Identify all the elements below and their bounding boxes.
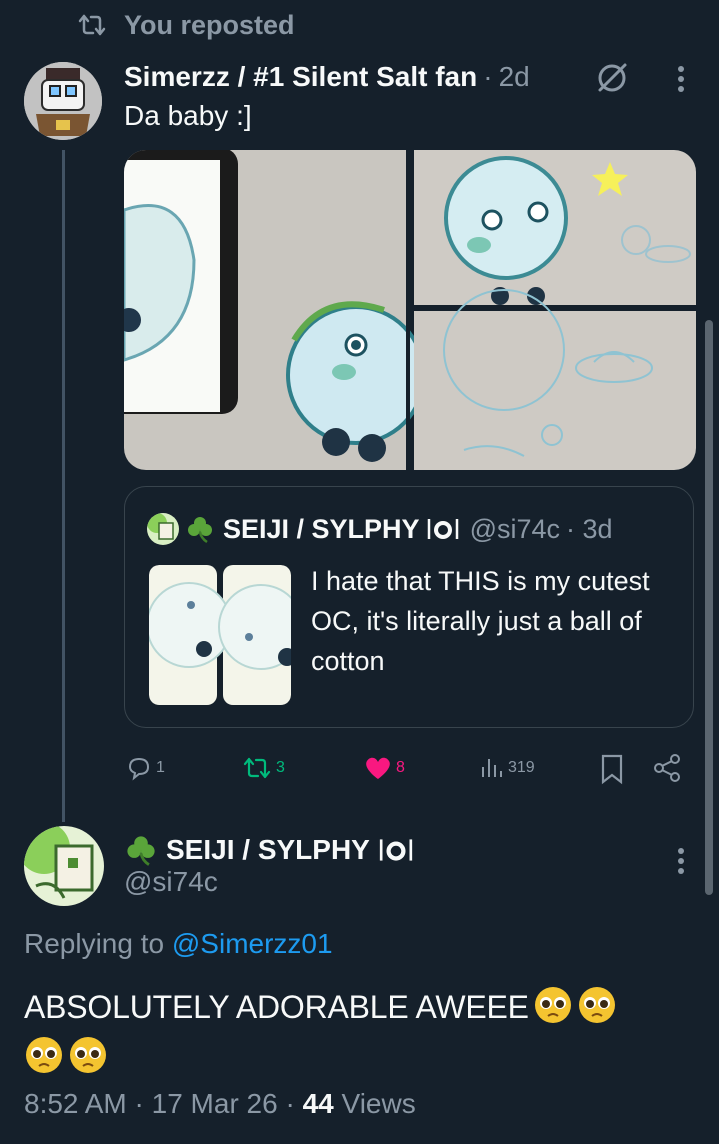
post-action-bar: 1 3 8 319 xyxy=(124,748,694,788)
media-image-1 xyxy=(124,150,426,470)
grok-icon[interactable] xyxy=(594,60,630,96)
repost-banner-text: You reposted xyxy=(124,9,295,40)
quoted-post[interactable]: SEIJI / SYLPHY @si74c · 3d I hate that T… xyxy=(124,486,694,728)
plate-icon xyxy=(427,519,458,539)
reply-views-label: Views xyxy=(341,1088,416,1119)
reply-icon xyxy=(128,757,150,781)
reply-views-count: 44 xyxy=(302,1088,334,1119)
reply-time[interactable]: 8:52 AM xyxy=(24,1088,127,1119)
reply-author-avatar[interactable] xyxy=(24,826,104,906)
shamrock-icon xyxy=(188,517,212,544)
reply-text: ABSOLUTELY ADORABLE AWEEE xyxy=(24,989,529,1025)
post-text: Da baby :] xyxy=(124,100,252,131)
quoted-post-media xyxy=(149,565,291,705)
post-separator: · xyxy=(483,61,493,92)
plate-icon xyxy=(379,839,413,861)
reply-count: 1 xyxy=(156,759,165,776)
post-time[interactable]: 2d xyxy=(499,61,530,93)
reply-author-name[interactable]: SEIJI / SYLPHY xyxy=(166,834,370,866)
views-icon xyxy=(482,759,502,777)
quoted-author-avatar xyxy=(147,513,179,545)
bookmark-icon[interactable] xyxy=(598,748,626,788)
heart-icon xyxy=(366,757,390,779)
media-image-3 xyxy=(414,289,696,470)
like-button[interactable]: 8 xyxy=(364,748,405,788)
pleading-face-icon xyxy=(577,985,617,1025)
reply-author-handle[interactable]: @si74c xyxy=(124,866,218,898)
post-media[interactable] xyxy=(124,150,696,470)
views-count: 319 xyxy=(508,759,535,776)
repost-icon xyxy=(78,14,106,36)
reply-text-block: ABSOLUTELY ADORABLE AWEEE xyxy=(24,982,684,1082)
scrollbar[interactable] xyxy=(705,320,713,895)
repost-icon xyxy=(243,757,271,779)
shamrock-icon xyxy=(127,836,155,866)
repost-count: 3 xyxy=(276,759,285,776)
post-author-name[interactable]: Simerzz / #1 Silent Salt fan xyxy=(124,61,477,93)
reply-date[interactable]: 17 Mar 26 xyxy=(152,1088,278,1119)
reply-header: SEIJI / SYLPHY xyxy=(124,830,414,870)
share-icon[interactable] xyxy=(652,748,682,788)
pleading-face-icon xyxy=(24,1035,64,1075)
thread-line xyxy=(62,150,65,822)
media-image-2 xyxy=(414,150,696,305)
replying-to: Replying to @Simerzz01 xyxy=(24,928,333,960)
more-icon[interactable] xyxy=(676,846,686,876)
pleading-face-icon xyxy=(68,1035,108,1075)
reply-button[interactable]: 1 xyxy=(126,748,165,788)
views-button[interactable]: 319 xyxy=(478,748,535,788)
like-count: 8 xyxy=(396,759,405,776)
quoted-author-handle: @si74c xyxy=(469,513,561,544)
repost-banner: You reposted xyxy=(78,8,295,42)
post-header: Simerzz / #1 Silent Salt fan · 2d xyxy=(124,56,530,98)
reply-meta: 8:52 AM · 17 Mar 26 · 44 Views xyxy=(24,1088,416,1119)
post-author-avatar[interactable] xyxy=(24,62,102,140)
quoted-author-name: SEIJI / SYLPHY xyxy=(223,513,420,544)
quoted-post-text: I hate that THIS is my cutest OC, it's l… xyxy=(311,566,650,676)
pleading-face-icon xyxy=(533,985,573,1025)
quoted-post-header: SEIJI / SYLPHY @si74c · 3d xyxy=(147,509,613,549)
replying-to-link[interactable]: @Simerzz01 xyxy=(172,928,333,959)
repost-button[interactable]: 3 xyxy=(242,748,285,788)
more-icon[interactable] xyxy=(676,64,686,94)
replying-to-prefix: Replying to xyxy=(24,928,165,959)
quoted-post-time: · 3d xyxy=(566,513,613,544)
